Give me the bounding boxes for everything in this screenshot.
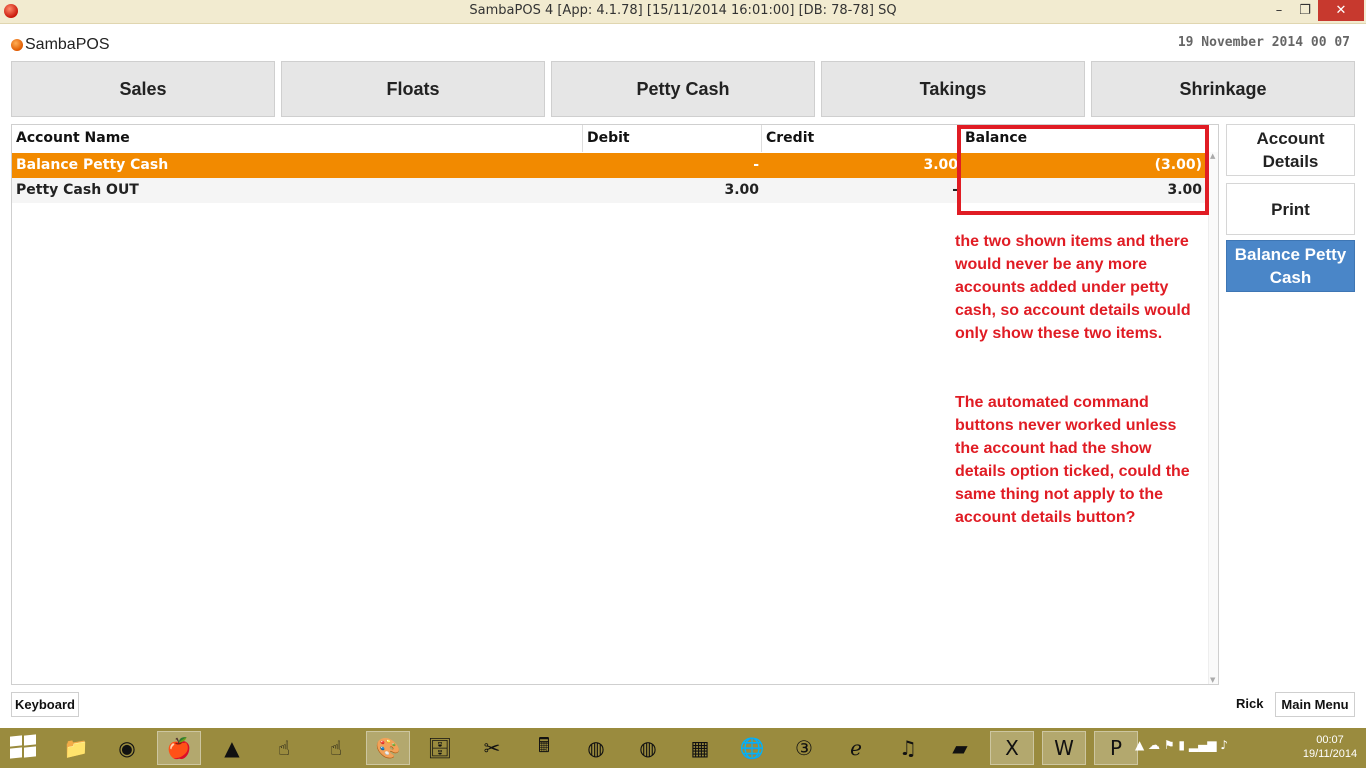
app-icon[interactable]: ▲ — [210, 731, 254, 765]
main-menu-button[interactable]: Main Menu — [1275, 692, 1355, 717]
tab-petty-cash[interactable]: Petty Cash — [551, 61, 815, 117]
row-debit: 3.00 — [724, 182, 759, 198]
print-button[interactable]: Print — [1226, 183, 1355, 235]
balance-petty-cash-button[interactable]: Balance Petty Cash — [1226, 240, 1355, 292]
chrome-icon[interactable]: ◉ — [105, 731, 149, 765]
annotation-highlight-box — [957, 125, 1209, 215]
paint-icon[interactable]: 🎨 — [366, 731, 410, 765]
grid-scrollbar[interactable]: ▲ ▼ — [1208, 152, 1218, 684]
tab-takings[interactable]: Takings — [821, 61, 1085, 117]
tab-sales[interactable]: Sales — [11, 61, 275, 117]
account-details-button[interactable]: Account Details — [1226, 124, 1355, 176]
calculator-icon[interactable]: ▦ — [678, 731, 722, 765]
register-icon[interactable]: 🖩 — [522, 731, 566, 765]
globe-icon[interactable]: 🌐 — [730, 731, 774, 765]
row-account-name: Balance Petty Cash — [16, 157, 169, 173]
taskbar-clock[interactable]: 00:07 19/11/2014 — [1300, 733, 1360, 761]
system-tray-icons[interactable]: ▲ ☁ ⚑ ▮ ▂▄▆ ♪ — [1135, 738, 1228, 752]
column-header-debit[interactable]: Debit — [583, 125, 762, 152]
window-title-bar: SambaPOS 4 [App: 4.1.78] [15/11/2014 16:… — [0, 0, 1366, 24]
annotation-note-2: The automated command buttons never work… — [955, 394, 1190, 526]
annotation-note-1: the two shown items and there would neve… — [955, 233, 1191, 342]
publisher-icon[interactable]: P — [1094, 731, 1138, 765]
windows-taskbar: 📁 ◉ 🍎 ▲ ☝ ☝ 🎨 🗄 ✂ 🖩 ◍ ◍ ▦ 🌐 ③ ℯ ♫ ▰ X W … — [0, 728, 1366, 768]
column-header-credit[interactable]: Credit — [762, 125, 961, 152]
minimize-button[interactable]: – — [1266, 0, 1292, 21]
window-title: SambaPOS 4 [App: 4.1.78] [15/11/2014 16:… — [469, 3, 897, 18]
database-icon[interactable]: ◍ — [626, 731, 670, 765]
logo-text: SambaPOS — [25, 36, 110, 53]
logged-in-user: Rick — [1236, 696, 1264, 711]
logo-mark-icon — [11, 39, 23, 51]
notes-icon[interactable]: ▰ — [938, 731, 982, 765]
row-debit: - — [753, 157, 759, 173]
clock-date: 19/11/2014 — [1302, 748, 1358, 760]
header-datetime: 19 November 2014 00 07 — [1177, 35, 1350, 50]
three-icon[interactable]: ③ — [782, 731, 826, 765]
file-explorer-icon[interactable]: 📁 — [54, 731, 98, 765]
excel-icon[interactable]: X — [990, 731, 1034, 765]
hand-icon[interactable]: ☝ — [314, 731, 358, 765]
database-icon[interactable]: ◍ — [574, 731, 618, 765]
hand-icon[interactable]: ☝ — [262, 731, 306, 765]
keyboard-button[interactable]: Keyboard — [11, 692, 79, 717]
start-button[interactable] — [10, 734, 38, 760]
itunes-icon[interactable]: ♫ — [886, 731, 930, 765]
row-account-name: Petty Cash OUT — [16, 182, 139, 198]
ie-icon[interactable]: ℯ — [834, 731, 878, 765]
archive-icon[interactable]: 🗄 — [418, 731, 462, 765]
tab-floats[interactable]: Floats — [281, 61, 545, 117]
sambapos-logo: SambaPOS — [11, 34, 109, 56]
sambapos-icon[interactable]: 🍎 — [157, 731, 201, 765]
clock-time: 00:07 — [1316, 734, 1344, 746]
maximize-button[interactable]: ❐ — [1292, 0, 1318, 21]
tool-icon[interactable]: ✂ — [470, 731, 514, 765]
row-credit: - — [952, 182, 958, 198]
tab-shrinkage[interactable]: Shrinkage — [1091, 61, 1355, 117]
word-icon[interactable]: W — [1042, 731, 1086, 765]
scroll-up-icon[interactable]: ▲ — [1210, 152, 1215, 160]
column-header-account-name[interactable]: Account Name — [12, 125, 583, 152]
scroll-down-icon[interactable]: ▼ — [1210, 676, 1215, 684]
close-button[interactable]: ✕ — [1318, 0, 1364, 21]
row-credit: 3.00 — [923, 157, 958, 173]
